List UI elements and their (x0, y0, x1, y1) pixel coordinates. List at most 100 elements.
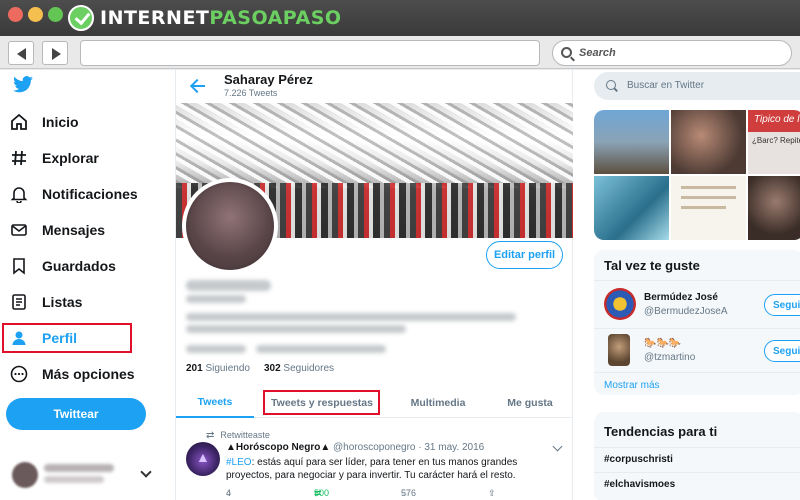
mail-icon (8, 219, 30, 241)
tweet-menu-chevron-icon[interactable] (552, 441, 563, 452)
suggestion-row[interactable]: Bermúdez José @BermudezJoseA Segui (604, 288, 800, 328)
profile-bio-blurred (186, 325, 406, 333)
twitter-bird-icon[interactable] (12, 76, 34, 94)
divider (594, 472, 800, 473)
tab-multimedia[interactable]: Multimedia (398, 388, 478, 418)
browser-toolbar: Search (0, 36, 800, 69)
profile-bio-blurred (186, 313, 516, 321)
hashtag-icon (8, 147, 30, 169)
media-caption: ¿Barc? Repite lo q (752, 136, 800, 145)
sidebar-item-guardados[interactable]: Guardados (8, 251, 116, 281)
media-thumbnail[interactable] (594, 110, 669, 174)
suggestion-name[interactable]: Bermúdez José (644, 292, 718, 303)
sidebar-item-mas-opciones[interactable]: Más opciones (8, 359, 135, 389)
divider (594, 280, 800, 281)
forward-button[interactable] (42, 41, 68, 65)
maximize-window-button[interactable] (48, 7, 63, 22)
tweet-actions: ○ 4 ⇄ 500 ♡ 576 ⇪ (226, 488, 496, 498)
account-handle-blurred (44, 476, 104, 483)
divider (594, 328, 800, 329)
divider (594, 447, 800, 448)
annotation-highlight-tab (263, 390, 380, 415)
close-window-button[interactable] (8, 7, 23, 22)
media-text-line (681, 186, 736, 189)
tweet-text: #LEO: estás aquí para ser líder, para te… (226, 457, 518, 481)
profile-header-name: Saharay Pérez (224, 72, 313, 87)
home-icon (8, 111, 30, 133)
following-link[interactable]: 201 Siguiendo (186, 363, 250, 374)
media-thumbnail[interactable] (671, 110, 746, 174)
account-avatar (12, 462, 38, 488)
sidebar-item-label: Notificaciones (42, 186, 138, 202)
sidebar-item-notificaciones[interactable]: Notificaciones (8, 179, 138, 209)
bookmark-icon (8, 255, 30, 277)
suggestion-avatar[interactable] (604, 288, 636, 320)
more-icon (8, 363, 30, 385)
tweet-author-name[interactable]: ▲Horóscopo Negro▲ (226, 442, 330, 453)
suggestion-name[interactable]: 🐎🐎🐎 (644, 338, 681, 349)
share-icon: ⇪ (488, 488, 496, 498)
sidebar-item-mensajes[interactable]: Mensajes (8, 215, 105, 245)
bell-icon (8, 183, 30, 205)
edit-profile-button[interactable]: Editar perfil (486, 241, 563, 269)
tweet-button[interactable]: Twittear (6, 398, 146, 430)
media-overlay-text: Tipico de l (754, 114, 800, 125)
tweet-hashtag[interactable]: #LEO (226, 457, 252, 468)
tweet-header: ▲Horóscopo Negro▲ @horoscoponegro · 31 m… (226, 442, 484, 453)
brand-logo-icon (68, 5, 94, 31)
suggestion-row[interactable]: 🐎🐎🐎 @tzmartino Segui (604, 334, 800, 374)
media-grid: Tipico de l ¿Barc? Repite lo q (594, 110, 800, 240)
retweet-icon: ⇄ (206, 430, 215, 441)
back-button[interactable] (8, 41, 34, 65)
browser-search-box[interactable]: Search (552, 40, 792, 66)
media-text-line (681, 196, 736, 199)
tweet-date[interactable]: · 31 may. 2016 (418, 442, 484, 453)
sidebar-item-label: Listas (42, 294, 83, 310)
trend-item[interactable]: #elchavismoes (604, 479, 675, 490)
media-thumbnail[interactable] (748, 176, 800, 240)
twitter-search-placeholder: Buscar en Twitter (627, 80, 705, 91)
suggestion-handle: @tzmartino (644, 352, 696, 363)
media-thumbnail[interactable] (594, 176, 669, 240)
follow-button[interactable]: Segui (764, 294, 800, 316)
sidebar-item-label: Inicio (42, 114, 79, 130)
address-bar[interactable] (80, 40, 540, 66)
sidebar-item-listas[interactable]: Listas (8, 287, 82, 317)
media-thumbnail[interactable] (671, 176, 746, 240)
tweet-author-avatar[interactable] (186, 442, 220, 476)
search-icon (606, 80, 616, 90)
sidebar-item-label: Más opciones (42, 366, 135, 382)
suggestion-handle: @BermudezJoseA (644, 306, 728, 317)
trends-card: Tendencias para ti #corpuschristi #elcha… (594, 412, 800, 500)
profile-name-blurred (186, 280, 271, 291)
sidebar-item-label: Mensajes (42, 222, 106, 238)
trend-item[interactable]: #corpuschristi (604, 454, 673, 465)
divider (594, 372, 800, 373)
browser-titlebar: INTERNETPASOAPASO (0, 0, 800, 36)
trends-title: Tendencias para ti (604, 424, 718, 439)
suggestion-avatar[interactable] (608, 334, 630, 366)
tab-tweets[interactable]: Tweets (176, 388, 254, 418)
forward-arrow-icon (52, 48, 61, 60)
sidebar-item-explorar[interactable]: Explorar (8, 143, 99, 173)
chevron-down-icon (140, 466, 152, 478)
profile-location-blurred (186, 345, 246, 353)
account-switcher[interactable] (8, 460, 158, 490)
tab-me-gusta[interactable]: Me gusta (488, 388, 572, 418)
profile-column: Saharay Pérez 7.226 Tweets Editar perfil… (175, 70, 573, 500)
twitter-page: Inicio Explorar Notificaciones Mensajes … (0, 70, 800, 500)
media-thumbnail[interactable]: Tipico de l ¿Barc? Repite lo q (748, 110, 800, 174)
back-arrow-icon[interactable] (190, 78, 206, 94)
show-more-link[interactable]: Mostrar más (604, 380, 660, 391)
retweeted-indicator: ⇄ Retwitteaste (206, 430, 270, 441)
twitter-search-input[interactable]: Buscar en Twitter (594, 72, 800, 100)
sidebar-item-inicio[interactable]: Inicio (8, 107, 79, 137)
follow-button[interactable]: Segui (764, 340, 800, 362)
minimize-window-button[interactable] (28, 7, 43, 22)
account-name-blurred (44, 464, 114, 472)
who-to-follow-title: Tal vez te guste (604, 258, 700, 273)
followers-link[interactable]: 302 Seguidores (264, 363, 334, 374)
profile-avatar[interactable] (182, 178, 278, 274)
browser-search-placeholder: Search (579, 47, 616, 59)
who-to-follow-card: Tal vez te guste Bermúdez José @Bermudez… (594, 250, 800, 395)
